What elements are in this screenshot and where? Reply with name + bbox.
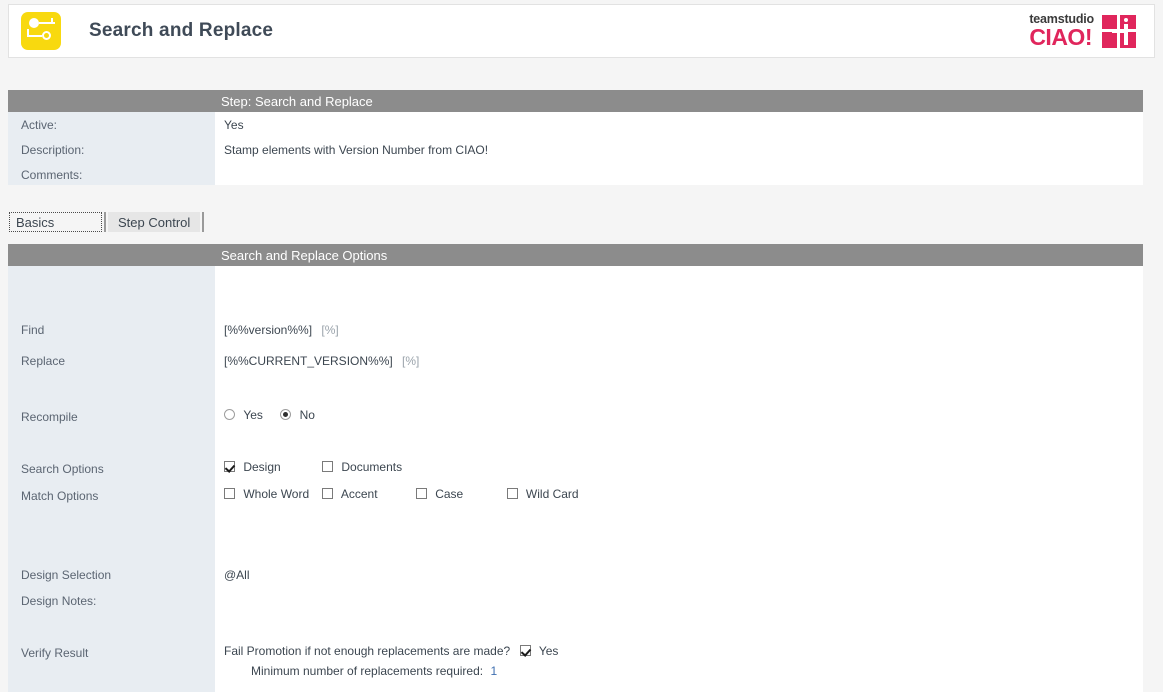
find-hint: [%]	[321, 323, 339, 337]
tab-basics-label: Basics	[16, 214, 55, 230]
brand-main-text: CIAO!	[1029, 24, 1092, 51]
replace-hint: [%]	[402, 354, 420, 368]
step-value-column: Yes Stamp elements with Version Number f…	[215, 112, 1143, 185]
radio-yes-label: Yes	[243, 408, 263, 422]
checkbox-design-option[interactable]: Design	[224, 460, 281, 474]
tab-bar: Basics Step Control	[9, 211, 206, 232]
checkbox-whole-word[interactable]	[224, 488, 235, 499]
step-value-active: Yes	[224, 118, 244, 132]
checkbox-wild-card-option[interactable]: Wild Card	[506, 487, 579, 501]
step-summary-panel: Step: Search and Replace Active: Descrip…	[8, 90, 1143, 185]
label-recompile: Recompile	[21, 410, 78, 424]
tab-step-control[interactable]: Step Control	[108, 212, 201, 232]
find-row: [%%version%%] [%]	[224, 323, 339, 337]
label-design-selection: Design Selection	[21, 568, 112, 582]
label-verify-result: Verify Result	[21, 646, 89, 660]
step-label-active: Active:	[21, 118, 58, 132]
checkbox-documents-label: Documents	[341, 460, 403, 474]
checkbox-wild-card[interactable]	[506, 488, 518, 499]
tab-divider-1	[104, 212, 106, 232]
minimum-replacements-row: Minimum number of replacements required:…	[251, 664, 497, 678]
minimum-replacements-label: Minimum number of replacements required:	[251, 664, 484, 678]
tab-step-control-label: Step Control	[118, 214, 191, 230]
label-search-options: Search Options	[21, 462, 104, 476]
app-header: Search and Replace teamstudio CIAO!	[8, 4, 1155, 58]
recompile-yes-option[interactable]: Yes	[224, 408, 263, 422]
checkbox-fail-promotion[interactable]	[519, 645, 531, 656]
find-value[interactable]: [%%version%%]	[224, 323, 312, 337]
step-label-column: Active: Description: Comments:	[8, 112, 215, 185]
checkbox-accent[interactable]	[321, 488, 333, 499]
options-value-column: [%%version%%] [%] [%%CURRENT_VERSION%%] …	[215, 266, 1143, 692]
checkbox-accent-label: Accent	[340, 487, 378, 501]
options-heading: Search and Replace Options	[221, 247, 388, 263]
checkbox-whole-word-option[interactable]: Whole Word	[224, 487, 309, 501]
tab-divider-2	[202, 212, 205, 232]
options-label-column: Find Replace Recompile Search Options Ma…	[8, 266, 215, 692]
checkbox-case[interactable]	[415, 488, 427, 499]
checkbox-accent-option[interactable]: Accent	[321, 487, 378, 501]
step-label-description: Description:	[21, 143, 85, 157]
ciao-logo-mark-icon	[1102, 14, 1136, 48]
verify-result-question-row: Fail Promotion if not enough replacement…	[224, 644, 558, 658]
label-replace: Replace	[21, 354, 66, 368]
checkbox-case-option[interactable]: Case	[415, 487, 464, 501]
replace-value[interactable]: [%%CURRENT_VERSION%%]	[224, 354, 393, 368]
step-heading: Step: Search and Replace	[221, 93, 373, 109]
checkbox-wild-card-label: Wild Card	[525, 487, 579, 501]
label-design-notes: Design Notes:	[21, 594, 97, 608]
minimum-replacements-value[interactable]: 1	[490, 664, 497, 678]
checkbox-fail-promotion-label: Yes	[538, 644, 559, 658]
match-options-group: Whole Word Accent Case Wild Card	[224, 487, 579, 501]
fail-promotion-question: Fail Promotion if not enough replacement…	[224, 644, 511, 658]
search-options-group: Design Documents	[224, 460, 402, 474]
tab-basics[interactable]: Basics	[9, 212, 102, 232]
recompile-radio-group: Yes No	[224, 408, 315, 422]
checkbox-documents[interactable]	[322, 461, 334, 472]
page-title: Search and Replace	[89, 20, 274, 41]
replace-row: [%%CURRENT_VERSION%%] [%]	[224, 354, 419, 368]
step-label-comments: Comments:	[21, 168, 83, 182]
checkbox-documents-option[interactable]: Documents	[322, 460, 402, 474]
brand-logo: teamstudio CIAO!	[1029, 13, 1136, 50]
step-value-description: Stamp elements with Version Number from …	[224, 143, 489, 157]
radio-no-label: No	[299, 408, 315, 422]
recompile-no-option[interactable]: No	[280, 408, 315, 422]
checkbox-whole-word-label: Whole Word	[243, 487, 310, 501]
checkbox-design[interactable]	[224, 461, 235, 472]
label-match-options: Match Options	[21, 489, 99, 503]
label-find: Find	[21, 323, 45, 337]
radio-no[interactable]	[280, 409, 292, 420]
search-replace-icon	[21, 12, 61, 50]
step-panel-header: Step: Search and Replace	[8, 90, 1143, 112]
checkbox-design-label: Design	[243, 460, 281, 474]
checkbox-case-label: Case	[435, 487, 464, 501]
radio-yes[interactable]	[224, 409, 235, 420]
options-panel-header: Search and Replace Options	[8, 244, 1143, 266]
design-selection-value[interactable]: @All	[224, 568, 250, 582]
search-replace-options-panel: Search and Replace Options Find Replace …	[8, 244, 1143, 692]
